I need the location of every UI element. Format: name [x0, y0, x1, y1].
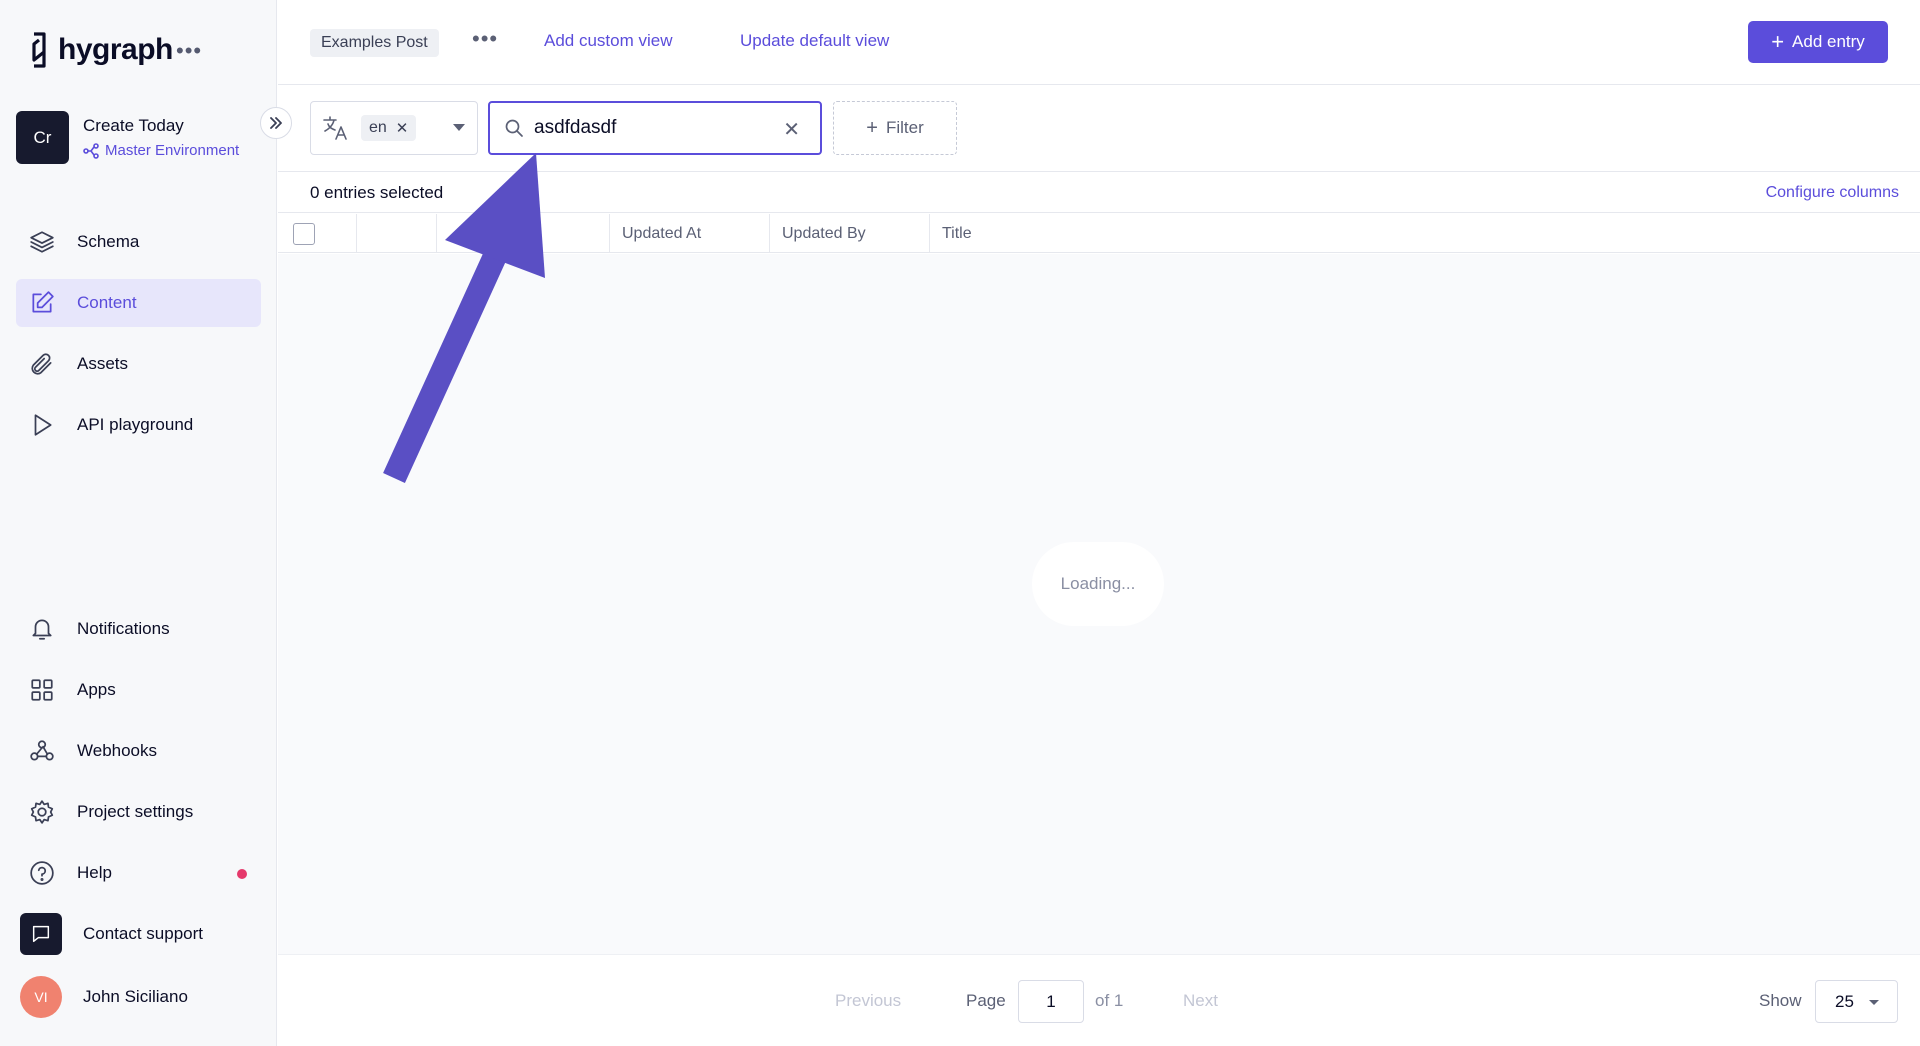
- column-header-updated-at[interactable]: Updated At: [610, 214, 770, 253]
- page-size-select[interactable]: 25: [1815, 980, 1898, 1023]
- add-entry-button[interactable]: + Add entry: [1748, 21, 1888, 63]
- project-switcher[interactable]: Cr Create Today Master Environment: [16, 111, 239, 164]
- search-input[interactable]: [534, 117, 774, 139]
- nav-item-contact-support[interactable]: Contact support: [16, 910, 261, 958]
- help-notification-dot: [237, 869, 247, 879]
- select-all-checkbox[interactable]: [293, 222, 315, 245]
- column-header-updated-by[interactable]: Updated By: [770, 214, 930, 253]
- nav-item-schema[interactable]: Schema: [16, 218, 261, 266]
- plus-icon: +: [866, 117, 878, 139]
- nav-item-webhooks[interactable]: Webhooks: [16, 727, 261, 775]
- search-icon: [505, 119, 523, 137]
- environment-name: Master Environment: [105, 142, 240, 159]
- brand-name: hygraph: [58, 33, 173, 66]
- page-size-value: 25: [1835, 991, 1854, 1011]
- nav-label: Content: [77, 293, 137, 312]
- select-all-cell: [278, 214, 357, 253]
- selected-count: 0 entries selected: [310, 183, 444, 202]
- column-header-title[interactable]: Title: [930, 214, 1920, 253]
- search-box[interactable]: ✕: [488, 101, 822, 155]
- add-custom-view-link[interactable]: Add custom view: [544, 31, 673, 51]
- help-icon: [30, 861, 54, 885]
- add-entry-label: Add entry: [1792, 32, 1865, 51]
- filter-button[interactable]: + Filter: [833, 101, 957, 155]
- chevrons-right-icon: [270, 117, 282, 129]
- selection-bar: 0 entries selected Configure columns: [278, 173, 1920, 213]
- remove-locale-icon[interactable]: ✕: [396, 119, 409, 137]
- show-label: Show: [1759, 991, 1802, 1010]
- nav-label: Schema: [77, 232, 140, 251]
- content-header: Examples Post ••• Add custom view Update…: [278, 0, 1920, 85]
- column-header-blank[interactable]: [357, 214, 437, 253]
- grid-icon: [31, 679, 53, 701]
- plus-icon: +: [1771, 29, 1785, 54]
- content-toolbar: en ✕ ✕ + Filter: [278, 86, 1920, 172]
- view-options-icon[interactable]: •••: [472, 26, 498, 52]
- user-profile[interactable]: VI John Siciliano: [16, 973, 261, 1021]
- page-label: Page: [966, 991, 1006, 1010]
- nav-item-help[interactable]: Help: [16, 849, 261, 897]
- play-icon: [34, 414, 52, 436]
- brand-menu-icon[interactable]: •••: [176, 38, 202, 64]
- clear-search-icon[interactable]: ✕: [783, 117, 800, 142]
- locale-select[interactable]: en ✕: [310, 101, 478, 155]
- nav-label: Project settings: [77, 802, 194, 821]
- edit-icon: [32, 291, 54, 313]
- collapse-sidebar-button[interactable]: [260, 107, 292, 139]
- chevron-down-icon: [1869, 1000, 1879, 1005]
- nav-item-apps[interactable]: Apps: [16, 666, 261, 714]
- paperclip-icon: [31, 353, 52, 375]
- update-default-view-link[interactable]: Update default view: [740, 31, 889, 51]
- nav-label: API playground: [77, 415, 194, 434]
- nav-label: Contact support: [83, 924, 204, 943]
- nav-item-project-settings[interactable]: Project settings: [16, 788, 261, 836]
- pagination: Previous Page 1 of 1 Next Show 25: [278, 954, 1920, 1046]
- chevron-down-icon[interactable]: [453, 124, 465, 131]
- webhook-icon: [30, 740, 54, 761]
- table-body: Loading...: [278, 254, 1920, 954]
- user-name: John Siciliano: [83, 987, 188, 1006]
- sidebar: hygraph ••• Cr Create Today Master Envir…: [0, 0, 277, 1046]
- nav-item-api-playground[interactable]: API playground: [16, 401, 261, 449]
- branch-icon: [83, 142, 99, 159]
- project-name: Create Today: [83, 116, 184, 135]
- table-header: Updated At Updated By Title: [278, 214, 1920, 253]
- layers-icon: [30, 231, 54, 253]
- nav-item-notifications[interactable]: Notifications: [16, 605, 261, 653]
- project-avatar: Cr: [16, 111, 69, 164]
- configure-columns-link[interactable]: Configure columns: [1766, 184, 1899, 202]
- locale-chip[interactable]: en ✕: [361, 115, 417, 141]
- locale-code: en: [369, 119, 387, 136]
- hygraph-logo-icon: [32, 32, 46, 68]
- next-page-button[interactable]: Next: [1183, 991, 1218, 1011]
- nav-label: Assets: [77, 354, 129, 373]
- nav-label: Webhooks: [77, 741, 158, 760]
- user-avatar: VI: [20, 976, 62, 1018]
- gear-icon: [30, 800, 54, 824]
- nav-item-content[interactable]: Content: [16, 279, 261, 327]
- chat-icon: [20, 913, 62, 955]
- nav-label: Notifications: [77, 619, 170, 638]
- project-environment[interactable]: Master Environment: [83, 142, 239, 159]
- column-header-blank[interactable]: [437, 214, 610, 253]
- nav-item-assets[interactable]: Assets: [16, 340, 261, 388]
- nav-label: Apps: [77, 680, 116, 699]
- tab-examples-post[interactable]: Examples Post: [310, 29, 439, 57]
- translate-icon: [323, 116, 347, 140]
- hygraph-logo[interactable]: hygraph: [28, 32, 173, 68]
- page-number-input[interactable]: 1: [1018, 980, 1084, 1023]
- filter-label: Filter: [885, 118, 924, 137]
- previous-page-button[interactable]: Previous: [835, 991, 901, 1011]
- page-total: of 1: [1095, 991, 1124, 1010]
- loading-indicator: Loading...: [1032, 542, 1164, 626]
- nav-label: Help: [77, 863, 112, 882]
- bell-icon: [32, 619, 52, 640]
